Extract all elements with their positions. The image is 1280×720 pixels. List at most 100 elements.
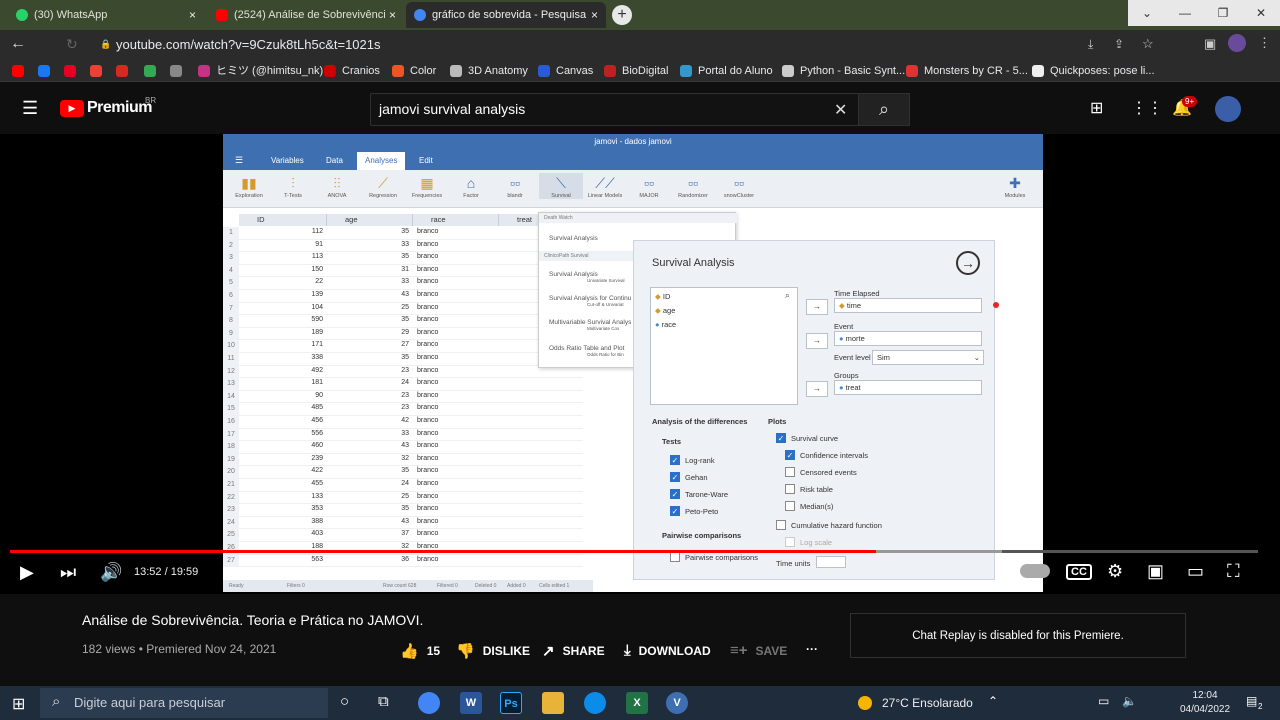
table-cell[interactable]: 35 xyxy=(327,354,409,361)
windows-start-icon[interactable]: ⊞ xyxy=(12,694,25,714)
table-cell[interactable]: 338 xyxy=(239,354,323,361)
table-row[interactable]: 13 181 24 branco xyxy=(223,378,583,391)
minimize-button[interactable]: — xyxy=(1166,0,1204,26)
youtube-logo-icon[interactable]: ▶ xyxy=(60,100,84,117)
table-cell[interactable]: 25 xyxy=(327,493,409,500)
table-cell[interactable]: 150 xyxy=(239,266,323,273)
column-header-age[interactable]: age xyxy=(327,214,413,226)
dropdown-item[interactable]: Survival Analysis Univariate Survival xyxy=(549,271,625,283)
cortana-icon[interactable]: ○ xyxy=(340,693,349,710)
censored-events-checkbox[interactable]: Censored events xyxy=(785,467,857,477)
close-icon[interactable]: × xyxy=(189,8,196,22)
volume-icon[interactable]: 🔊 xyxy=(100,562,122,583)
fullscreen-icon[interactable]: ⛶ xyxy=(1227,561,1240,582)
bookmark-item[interactable] xyxy=(12,63,30,79)
table-cell[interactable]: branco xyxy=(417,354,438,361)
table-row[interactable]: 3 113 35 branco xyxy=(223,252,583,265)
maximize-button[interactable]: ❐ xyxy=(1204,0,1242,26)
jamovi-data-grid[interactable]: ID age race treat 1 112 35 branco 2 91 33 branco 3 11… xyxy=(223,214,583,574)
table-cell[interactable]: 23 xyxy=(327,404,409,411)
table-cell[interactable]: branco xyxy=(417,480,438,487)
browser-menu-icon[interactable]: ⋮ xyxy=(1258,35,1271,51)
table-cell[interactable]: 10 xyxy=(223,340,239,353)
table-row[interactable]: 4 150 31 branco xyxy=(223,264,583,278)
table-row[interactable]: 11 338 35 branco xyxy=(223,353,583,366)
table-cell[interactable]: 31 xyxy=(327,266,409,273)
table-cell[interactable]: 2 xyxy=(223,239,239,252)
groups-field[interactable]: ● treat xyxy=(834,380,982,395)
settings-gear-icon[interactable]: ⚙ xyxy=(1107,561,1123,582)
table-cell[interactable]: 24 xyxy=(327,480,409,487)
bookmark-item[interactable] xyxy=(38,63,56,79)
table-cell[interactable]: 171 xyxy=(239,341,323,348)
hamburger-menu-icon[interactable]: ☰ xyxy=(22,98,38,119)
table-cell[interactable]: branco xyxy=(417,278,438,285)
table-cell[interactable]: branco xyxy=(417,392,438,399)
table-cell[interactable]: 33 xyxy=(327,278,409,285)
table-cell[interactable]: branco xyxy=(417,455,438,462)
share-button[interactable]: ↗ SHARE xyxy=(542,642,605,660)
tray-chevron-icon[interactable]: ⌃ xyxy=(988,694,998,708)
table-row[interactable]: 9 189 29 branco xyxy=(223,327,583,341)
table-row[interactable]: 15 485 23 branco xyxy=(223,403,583,416)
back-icon[interactable]: ← xyxy=(10,35,26,53)
search-icon[interactable]: ⌕ xyxy=(785,290,790,301)
event-level-select[interactable]: Sim ⌄ xyxy=(872,350,984,365)
table-cell[interactable]: 35 xyxy=(327,467,409,474)
table-row[interactable]: 7 104 25 branco xyxy=(223,302,583,316)
move-to-time-button[interactable]: → xyxy=(806,299,828,315)
bookmark-item[interactable]: ヒミツ (@himitsu_nk)... xyxy=(198,63,332,79)
table-cell[interactable]: 353 xyxy=(239,505,323,512)
autoplay-toggle[interactable] xyxy=(1020,564,1050,578)
table-row[interactable]: 2 91 33 branco xyxy=(223,239,583,253)
dropdown-item[interactable]: Odds Ratio Table and Plot Odds Ratio for … xyxy=(549,345,624,357)
table-row[interactable]: 20 422 35 branco xyxy=(223,466,583,479)
table-cell[interactable]: 18 xyxy=(223,441,239,454)
jamovi-app-icon[interactable]: V xyxy=(666,692,688,714)
table-cell[interactable]: 8 xyxy=(223,315,239,328)
tab-whatsapp[interactable]: (30) WhatsApp × xyxy=(8,2,204,28)
battery-icon[interactable]: ▭ xyxy=(1098,694,1109,708)
table-row[interactable]: 8 590 35 branco xyxy=(223,315,583,328)
jamovi-tool-exploration[interactable]: ▮▮ Exploration xyxy=(227,173,271,199)
table-cell[interactable]: 37 xyxy=(327,530,409,537)
next-icon[interactable]: ⏭ xyxy=(60,562,76,583)
user-avatar[interactable] xyxy=(1215,96,1241,122)
bookmark-item[interactable]: Canvas xyxy=(538,63,593,79)
table-cell[interactable]: branco xyxy=(417,304,438,311)
table-row[interactable]: 22 133 25 branco xyxy=(223,491,583,505)
install-icon[interactable]: ⤓ xyxy=(1088,37,1093,52)
dropdown-item[interactable]: Multivariable Survival Analys Multivariat… xyxy=(549,319,631,331)
bookmark-item[interactable]: Quickposes: pose li... xyxy=(1032,63,1155,79)
table-row[interactable]: 1 112 35 branco xyxy=(223,227,583,240)
tab-youtube[interactable]: (2524) Análise de Sobrevivência. × xyxy=(208,2,404,28)
table-cell[interactable]: 188 xyxy=(239,543,323,550)
create-video-icon[interactable]: ⊞ xyxy=(1090,98,1103,118)
theater-mode-icon[interactable]: ▭ xyxy=(1187,561,1204,582)
jamovi-tool-anova[interactable]: ⫶⫶ ANOVA xyxy=(315,173,359,199)
table-cell[interactable]: 35 xyxy=(327,228,409,235)
table-cell[interactable]: branco xyxy=(417,241,438,248)
table-cell[interactable]: 33 xyxy=(327,241,409,248)
variable-item[interactable]: ● race xyxy=(655,320,676,329)
table-cell[interactable]: branco xyxy=(417,404,438,411)
table-cell[interactable]: branco xyxy=(417,505,438,512)
bookmark-item[interactable]: Python - Basic Synt... xyxy=(782,63,905,79)
bookmark-item[interactable]: Color xyxy=(392,63,436,79)
table-cell[interactable]: 23 xyxy=(327,392,409,399)
table-cell[interactable]: 22 xyxy=(239,278,323,285)
table-cell[interactable]: 43 xyxy=(327,442,409,449)
table-row[interactable]: 14 90 23 branco xyxy=(223,390,583,404)
table-cell[interactable]: branco xyxy=(417,291,438,298)
edge-icon[interactable] xyxy=(584,692,606,714)
jamovi-tab-data[interactable]: Data xyxy=(318,154,351,167)
table-cell[interactable]: 22 xyxy=(223,491,239,504)
url-field[interactable]: youtube.com/watch?v=9Czuk8tLh5c&t=1021s xyxy=(88,34,1088,56)
like-button[interactable]: 👍 15 xyxy=(400,642,440,660)
table-cell[interactable]: 403 xyxy=(239,530,323,537)
column-header-race[interactable]: race xyxy=(413,214,499,226)
jamovi-tool-regression[interactable]: ⟋ Regression xyxy=(361,173,405,199)
table-row[interactable]: 18 460 43 branco xyxy=(223,441,583,454)
table-cell[interactable]: branco xyxy=(417,467,438,474)
table-cell[interactable]: 4 xyxy=(223,264,239,277)
